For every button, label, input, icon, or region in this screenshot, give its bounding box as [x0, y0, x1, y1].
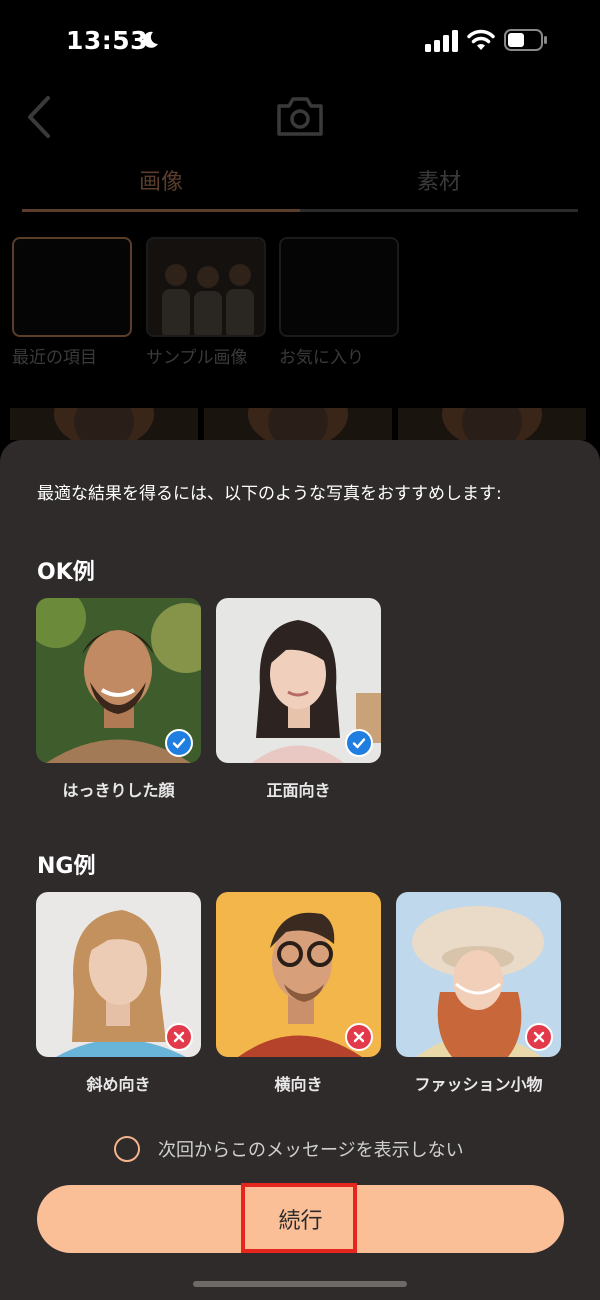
x-icon [345, 1023, 373, 1051]
photo-thumbnail[interactable] [10, 408, 198, 440]
dont-show-radio[interactable] [114, 1136, 140, 1162]
camera-icon[interactable] [275, 94, 325, 138]
album-recent[interactable]: 最近の項目 [12, 237, 132, 368]
wifi-icon [467, 29, 495, 50]
dont-show-again-option[interactable]: 次回からこのメッセージを表示しない [114, 1134, 464, 1164]
album-label: 最近の項目 [12, 348, 97, 368]
example-image [36, 598, 201, 763]
album-label: サンプル画像 [146, 348, 248, 368]
photo-grid-preview [10, 408, 600, 440]
moon-icon [143, 31, 158, 48]
photo-preview-art [442, 408, 542, 440]
ok-example-clear-face: はっきりした顔 [36, 598, 201, 801]
tab-image[interactable]: 画像 [22, 164, 300, 196]
battery-icon [504, 29, 547, 51]
cellular-signal-icon [425, 30, 458, 52]
example-label: 正面向き [266, 781, 331, 800]
album-thumbnail [279, 237, 399, 337]
ng-example-angled: 斜め向き [36, 892, 201, 1095]
tab-material[interactable]: 素材 [300, 164, 578, 196]
background-screen: 画像 素材 最近の項目 サンプル画像 お気に入り [0, 80, 600, 460]
example-label: ファッション小物 [414, 1075, 543, 1094]
photo-preview-art [248, 408, 348, 440]
x-icon [165, 1023, 193, 1051]
album-favorites[interactable]: お気に入り [279, 237, 399, 368]
album-thumbnail [146, 237, 266, 337]
tab-divider [300, 209, 578, 212]
ok-example-front-facing: 正面向き [216, 598, 381, 801]
ng-examples-title: NG例 [37, 854, 96, 879]
album-label: お気に入り [279, 348, 364, 368]
photo-thumbnail[interactable] [398, 408, 586, 440]
example-label: 横向き [274, 1075, 323, 1094]
example-image [216, 598, 381, 763]
x-icon [525, 1023, 553, 1051]
check-icon [165, 729, 193, 757]
example-label: はっきりした顔 [62, 781, 175, 800]
photo-tips-sheet: 最適な結果を得るには、以下のような写真をおすすめします: OK例 はっきりした顔 [0, 440, 600, 1300]
dont-show-label: 次回からこのメッセージを表示しない [158, 1140, 464, 1161]
example-label: 斜め向き [86, 1075, 151, 1094]
home-indicator [193, 1281, 407, 1287]
check-icon [345, 729, 373, 757]
ng-example-accessories: ファッション小物 [396, 892, 561, 1095]
status-time: 13:53 [66, 26, 149, 55]
status-bar: 13:53 [0, 0, 600, 80]
intro-text: 最適な結果を得るには、以下のような写真をおすすめします: [37, 484, 502, 504]
album-sample-images[interactable]: サンプル画像 [146, 237, 266, 368]
back-button[interactable] [22, 94, 58, 140]
sample-group-photo [148, 239, 264, 335]
ng-example-side-facing: 横向き [216, 892, 381, 1095]
example-image [36, 892, 201, 1057]
photo-preview-art [54, 408, 154, 440]
example-image [216, 892, 381, 1057]
media-tabs: 画像 素材 [22, 156, 578, 212]
album-thumbnail [12, 237, 132, 337]
ok-examples-title: OK例 [37, 560, 95, 585]
photo-thumbnail[interactable] [204, 408, 392, 440]
example-image [396, 892, 561, 1057]
highlight-box [241, 1183, 357, 1253]
active-tab-indicator [22, 209, 300, 212]
